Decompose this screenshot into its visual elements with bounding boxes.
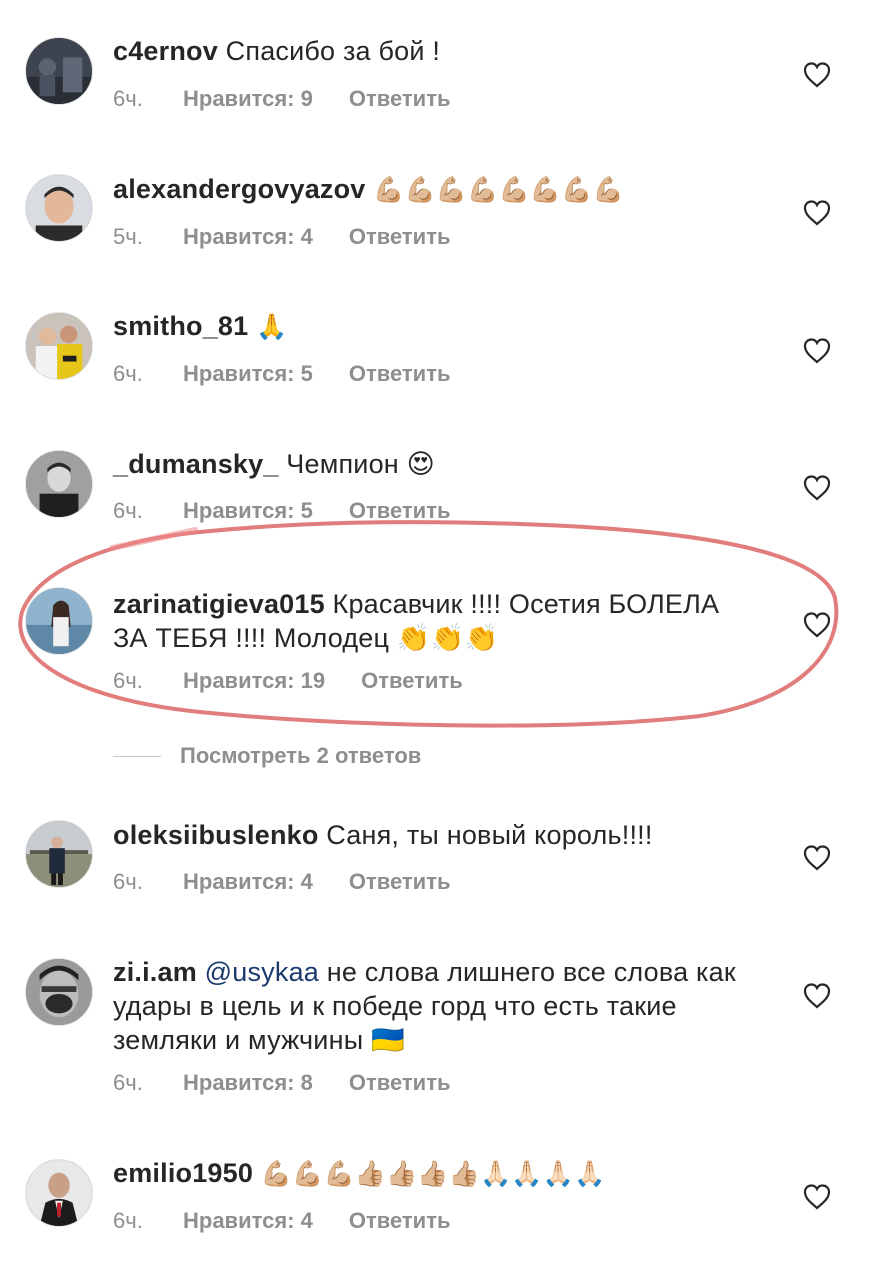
- comment-likes[interactable]: Нравится: 4: [183, 224, 313, 250]
- reply-button[interactable]: Ответить: [349, 498, 451, 524]
- reply-button[interactable]: Ответить: [349, 1208, 451, 1234]
- comment-time: 6ч.: [113, 86, 143, 111]
- comment-text: Спасибо за бой !: [225, 36, 441, 66]
- comment-text: Саня, ты новый король!!!!: [326, 820, 653, 850]
- heart-icon[interactable]: [803, 612, 831, 638]
- comment-text: 💪🏼💪🏼💪🏼💪🏼💪🏼💪🏼💪🏼💪🏼: [373, 175, 624, 204]
- comment-meta: 6ч. Нравится: 19 Ответить: [113, 668, 463, 694]
- comment-time: 5ч.: [113, 224, 143, 249]
- comment-likes[interactable]: Нравится: 5: [183, 361, 313, 387]
- comment-meta: 6ч. Нравится: 9 Ответить: [113, 86, 451, 112]
- heart-icon[interactable]: [803, 475, 831, 501]
- comment-username[interactable]: smitho_81: [113, 311, 248, 341]
- comment-text: 💪🏼💪🏼💪🏼👍🏼👍🏼👍🏼👍🏼🙏🏻🙏🏻🙏🏻🙏🏻: [260, 1159, 606, 1188]
- avatar[interactable]: [25, 958, 93, 1026]
- comment-likes[interactable]: Нравится: 5: [183, 498, 313, 524]
- comment-meta: 6ч. Нравится: 5 Ответить: [113, 498, 451, 524]
- comment-meta: 6ч. Нравится: 8 Ответить: [113, 1070, 451, 1096]
- heart-icon[interactable]: [803, 62, 831, 88]
- reply-button[interactable]: Ответить: [349, 869, 451, 895]
- comment-likes[interactable]: Нравится: 19: [183, 668, 325, 694]
- comment-meta: 6ч. Нравится: 5 Ответить: [113, 361, 451, 387]
- comment-username[interactable]: oleksiibuslenko: [113, 820, 319, 850]
- comment-time: 6ч.: [113, 498, 143, 523]
- reply-button[interactable]: Ответить: [349, 361, 451, 387]
- comment-username[interactable]: zarinatigieva015: [113, 589, 325, 619]
- avatar[interactable]: [25, 174, 93, 242]
- comment-text: 🙏: [256, 312, 288, 341]
- comment-text: Чемпион 😍: [286, 449, 435, 479]
- comment-username[interactable]: emilio1950: [113, 1158, 253, 1188]
- heart-icon[interactable]: [803, 338, 831, 364]
- comment-meta: 6ч. Нравится: 4 Ответить: [113, 869, 451, 895]
- comment-mention[interactable]: @usykaa: [205, 957, 319, 987]
- comment-meta: 5ч. Нравится: 4 Ответить: [113, 224, 451, 250]
- avatar[interactable]: [25, 820, 93, 888]
- comment-username[interactable]: _dumansky_: [113, 449, 279, 479]
- comment-likes[interactable]: Нравится: 9: [183, 86, 313, 112]
- comment-time: 6ч.: [113, 668, 143, 693]
- avatar[interactable]: [25, 450, 93, 518]
- reply-button[interactable]: Ответить: [349, 1070, 451, 1096]
- reply-button[interactable]: Ответить: [361, 668, 463, 694]
- comment-time: 6ч.: [113, 869, 143, 894]
- comment-time: 6ч.: [113, 1208, 143, 1233]
- heart-icon[interactable]: [803, 983, 831, 1009]
- comment-username[interactable]: zi.i.am: [113, 957, 197, 987]
- comment-username[interactable]: alexandergovyazov: [113, 174, 366, 204]
- avatar[interactable]: [25, 312, 93, 380]
- comment-username[interactable]: c4ernov: [113, 36, 218, 66]
- comment-likes[interactable]: Нравится: 4: [183, 1208, 313, 1234]
- replies-divider: [113, 756, 161, 757]
- comment-likes[interactable]: Нравится: 8: [183, 1070, 313, 1096]
- heart-icon[interactable]: [803, 845, 831, 871]
- avatar[interactable]: [25, 1159, 93, 1227]
- reply-button[interactable]: Ответить: [349, 224, 451, 250]
- reply-button[interactable]: Ответить: [349, 86, 451, 112]
- comment-time: 6ч.: [113, 1070, 143, 1095]
- heart-icon[interactable]: [803, 1184, 831, 1210]
- comment-time: 6ч.: [113, 361, 143, 386]
- heart-icon[interactable]: [803, 200, 831, 226]
- avatar[interactable]: [25, 37, 93, 105]
- comment-likes[interactable]: Нравится: 4: [183, 869, 313, 895]
- view-replies-label: Посмотреть 2 ответов: [180, 743, 422, 768]
- avatar[interactable]: [25, 587, 93, 655]
- comment-meta: 6ч. Нравится: 4 Ответить: [113, 1208, 451, 1234]
